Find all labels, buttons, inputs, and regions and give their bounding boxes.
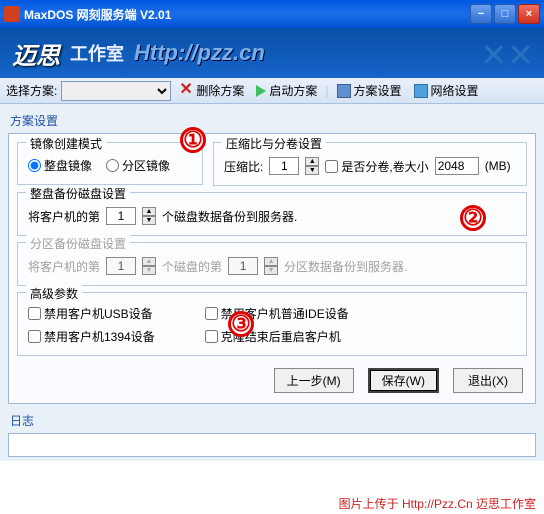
banner-decor-icon: ✕✕ [480, 36, 534, 74]
image-mode-legend: 镜像创建模式 [26, 135, 106, 152]
pdisk-up: ▲ [142, 257, 156, 266]
start-plan-button[interactable]: 启动方案 [252, 80, 321, 101]
ratio-input[interactable] [269, 157, 299, 175]
select-plan-label: 选择方案: [6, 82, 57, 99]
image-mode-group: 镜像创建模式 ① 整盘镜像 分区镜像 [17, 142, 203, 185]
ppart-down: ▼ [264, 266, 278, 275]
log-title: 日志 [8, 408, 536, 433]
save-button[interactable]: 保存(W) [368, 368, 439, 393]
fulldisk-backup-group: 整盘备份磁盘设置 ② 将客户机的第 ▲▼ 个磁盘数据备份到服务器. [17, 192, 527, 236]
log-section: 日志 [8, 408, 536, 457]
disable-usb-check[interactable]: 禁用客户机USB设备 [28, 305, 155, 322]
ratio-label: 压缩比: [224, 158, 263, 175]
settings-icon [337, 84, 351, 98]
network-icon [414, 84, 428, 98]
plan-settings-button[interactable]: 方案设置 [333, 80, 406, 101]
split-size-input[interactable] [435, 157, 479, 175]
section-title: 方案设置 [8, 108, 536, 133]
ratio-up[interactable]: ▲ [305, 157, 319, 166]
advanced-legend: 高级参数 [26, 285, 82, 302]
compress-legend: 压缩比与分卷设置 [222, 135, 326, 152]
partition-radio[interactable]: 分区镜像 [106, 157, 170, 174]
partition-backup-group: 分区备份磁盘设置 将客户机的第 ▲▼ 个磁盘的第 ▲▼ 分区数据备份到服务器. [17, 242, 527, 286]
prev-button[interactable]: 上一步(M) [274, 368, 354, 393]
pdisk-down: ▼ [142, 266, 156, 275]
marker-3: ③ [228, 311, 254, 337]
banner: 迈思 工作室 Http://pzz.cn ✕✕ [0, 28, 544, 78]
marker-1: ① [180, 127, 206, 153]
disable-ide-check[interactable]: 禁用客户机普通IDE设备 [205, 305, 349, 322]
ppart-up: ▲ [264, 257, 278, 266]
partition-legend: 分区备份磁盘设置 [26, 235, 130, 252]
log-box [8, 433, 536, 457]
ratio-down[interactable]: ▼ [305, 166, 319, 175]
app-icon [4, 6, 20, 22]
full-disk-radio[interactable]: 整盘镜像 [28, 157, 92, 174]
advanced-group: 高级参数 ③ 禁用客户机USB设备 禁用客户机1394设备 禁用客户机普通IDE… [17, 292, 527, 356]
maximize-button[interactable]: □ [494, 4, 516, 24]
banner-url: Http://pzz.cn [134, 40, 265, 66]
delete-plan-button[interactable]: ✕ 删除方案 [175, 80, 248, 101]
main-panel: 镜像创建模式 ① 整盘镜像 分区镜像 压缩比与分卷设置 压缩比: ▲▼ 是否分卷… [8, 133, 536, 404]
disable-1394-check[interactable]: 禁用客户机1394设备 [28, 328, 155, 345]
minimize-button[interactable]: − [470, 4, 492, 24]
close-button[interactable]: × [518, 4, 540, 24]
marker-2: ② [460, 205, 486, 231]
titlebar: MaxDOS 网刻服务端 V2.01 − □ × [0, 0, 544, 28]
split-check[interactable]: 是否分卷,卷大小 [325, 158, 428, 175]
fulldisk-legend: 整盘备份磁盘设置 [26, 185, 130, 202]
network-settings-button[interactable]: 网络设置 [410, 80, 483, 101]
partition-part-input [228, 257, 258, 275]
plan-select[interactable] [61, 81, 171, 101]
compress-group: 压缩比与分卷设置 压缩比: ▲▼ 是否分卷,卷大小 (MB) [213, 142, 527, 186]
banner-sub: 工作室 [70, 40, 124, 66]
play-icon [256, 85, 266, 97]
button-row: 上一步(M) 保存(W) 退出(X) [17, 362, 527, 395]
fulldisk-up[interactable]: ▲ [142, 207, 156, 216]
banner-logo: 迈思 [12, 36, 60, 71]
footer-text: 图片上传于 Http://Pzz.Cn 迈思工作室 [339, 495, 536, 512]
x-icon: ✕ [179, 84, 193, 98]
partition-disk-input [106, 257, 136, 275]
exit-button[interactable]: 退出(X) [453, 368, 523, 393]
window-title: MaxDOS 网刻服务端 V2.01 [24, 6, 470, 23]
split-unit: (MB) [485, 159, 511, 173]
toolbar: 选择方案: ✕ 删除方案 启动方案 | 方案设置 网络设置 [0, 78, 544, 104]
fulldisk-num-input[interactable] [106, 207, 136, 225]
fulldisk-down[interactable]: ▼ [142, 216, 156, 225]
reboot-check[interactable]: 克隆结束后重启客户机 [205, 328, 349, 345]
